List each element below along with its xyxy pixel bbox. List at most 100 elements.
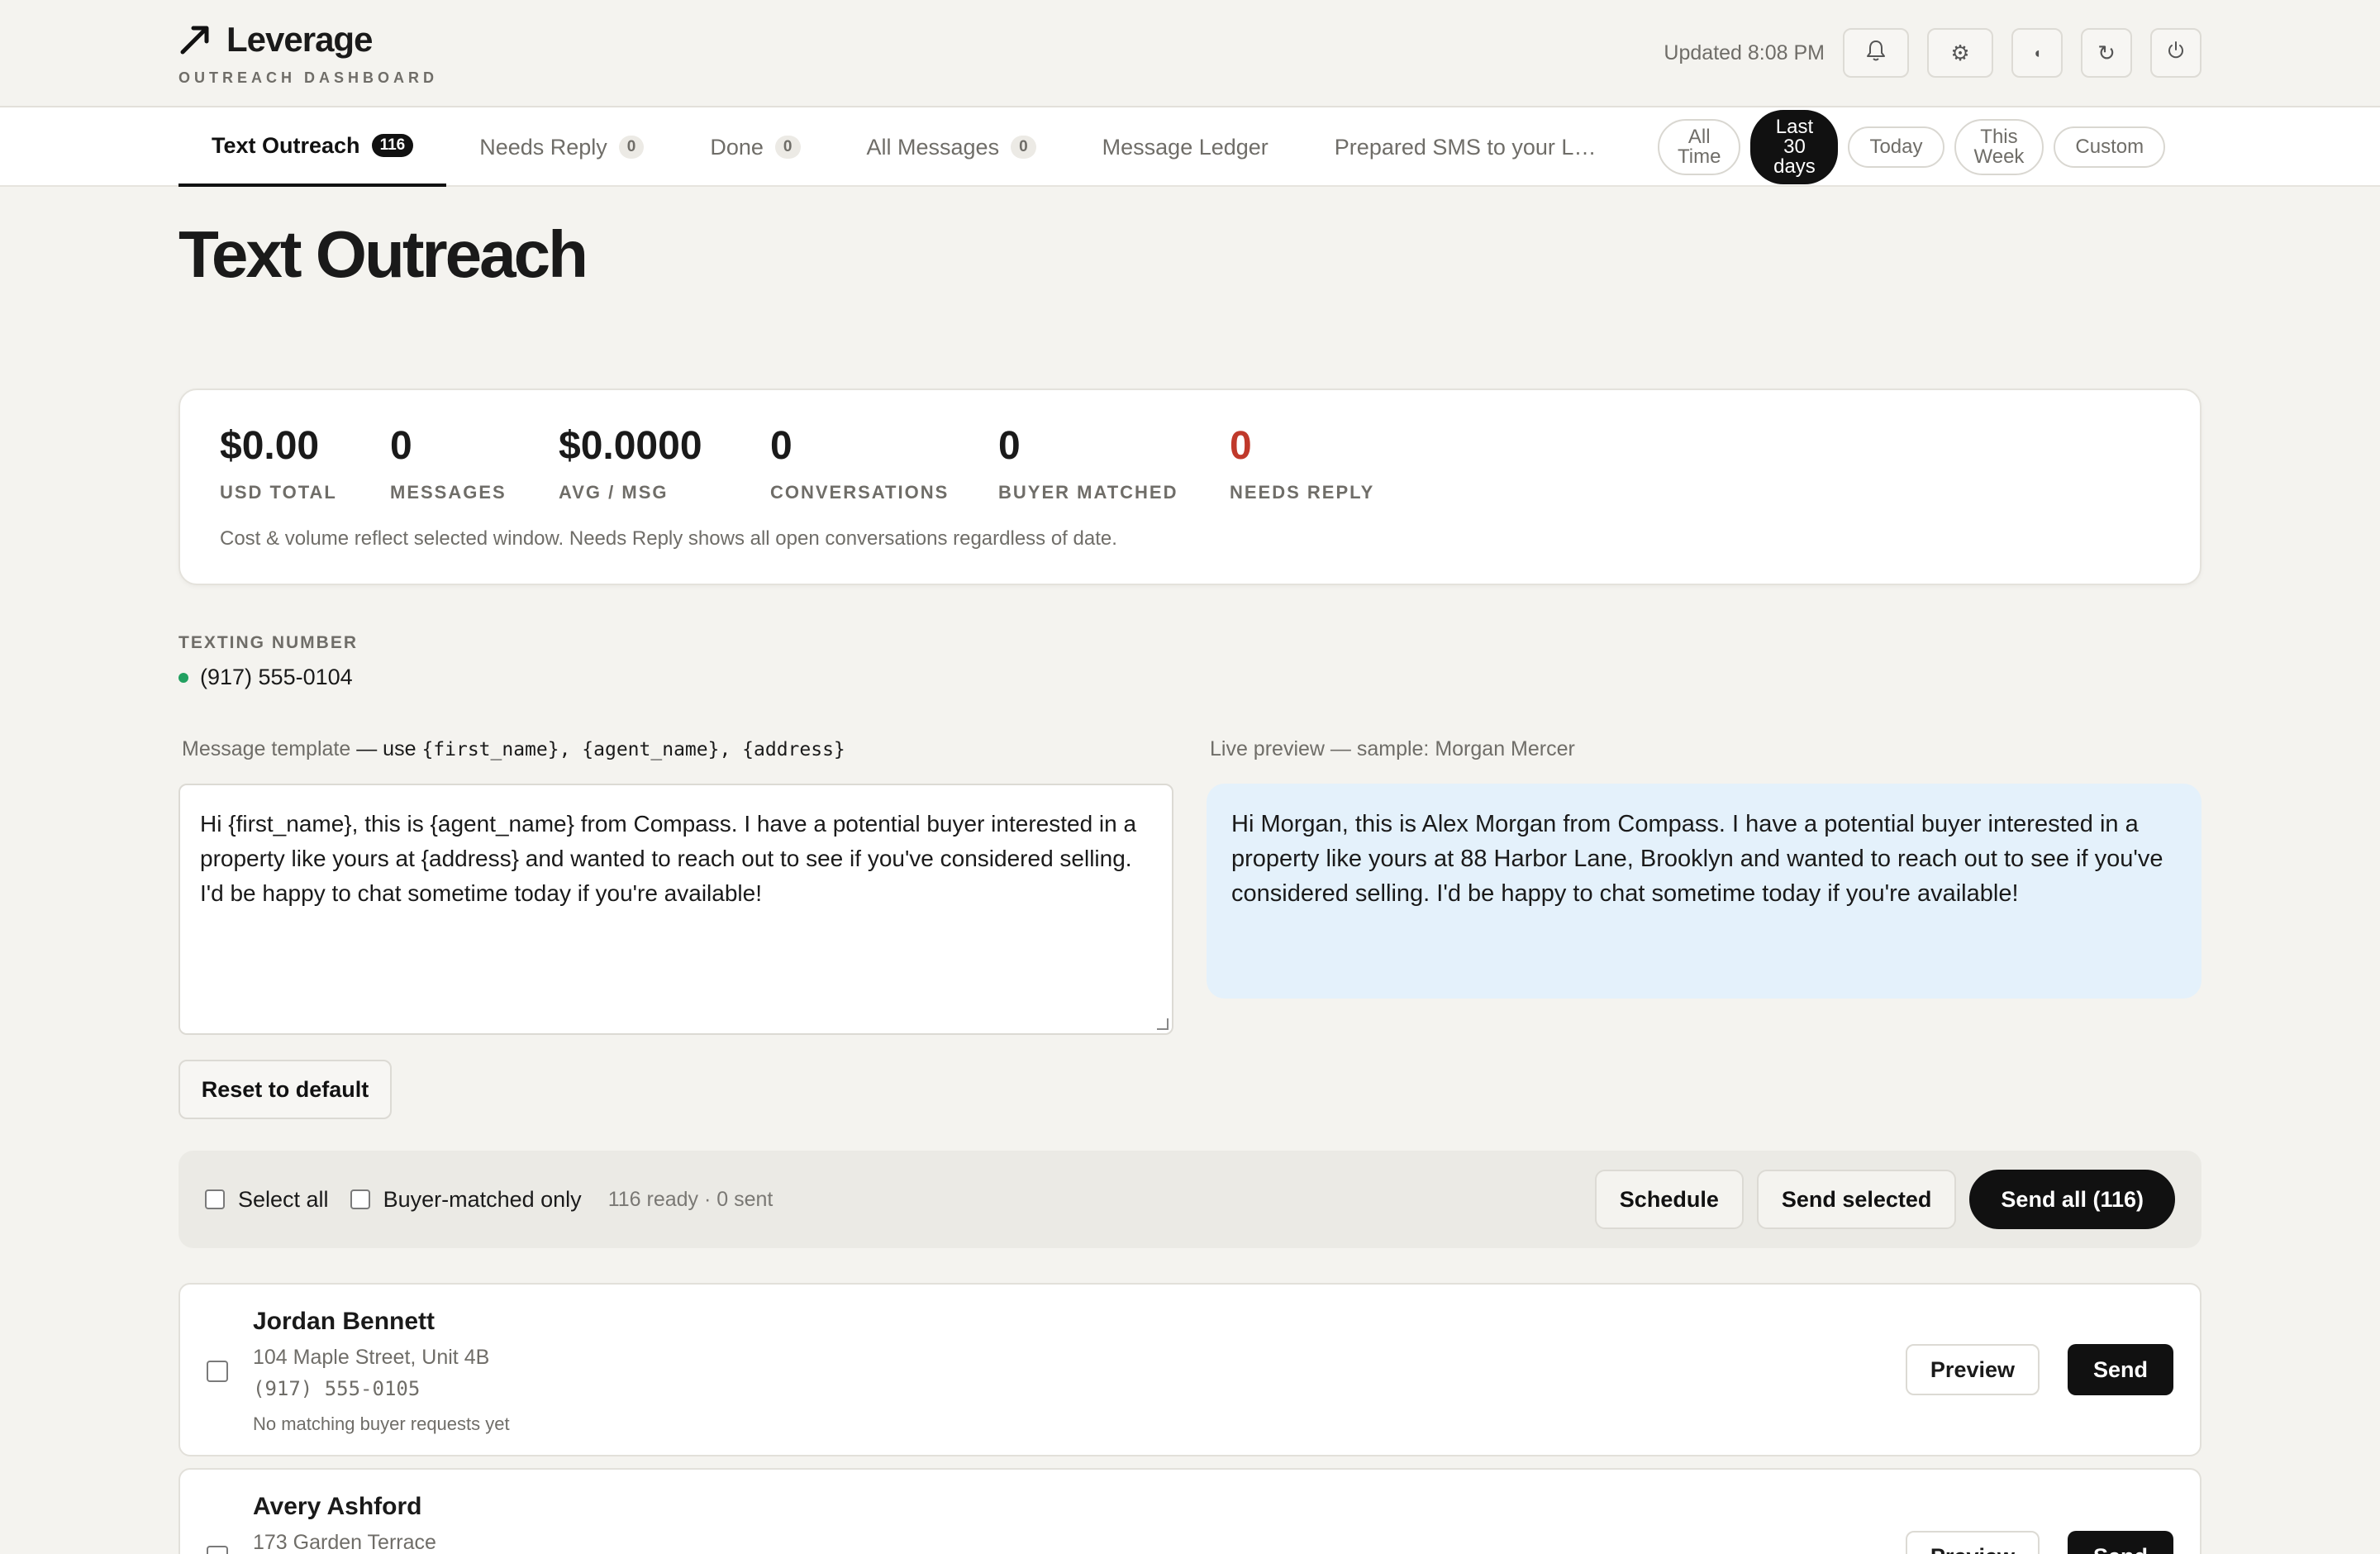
stat-label: MESSAGES [390, 482, 507, 503]
checkbox-icon[interactable] [205, 1189, 225, 1209]
status-dot-icon [178, 672, 188, 683]
preview-button[interactable]: Preview [1905, 1344, 2040, 1395]
power-button[interactable] [2150, 28, 2202, 78]
buyer-matched-checkbox[interactable]: Buyer-matched only [350, 1187, 582, 1213]
tab-prepared-sms[interactable]: Prepared SMS to your Likel... [1302, 107, 1632, 187]
notifications-button[interactable] [1843, 28, 1909, 78]
updated-timestamp: Updated 8:08 PM [1664, 41, 1825, 64]
tab-label: Text Outreach [212, 132, 360, 158]
stat-value: 0 [390, 424, 412, 468]
resize-grip-icon[interactable] [1157, 1018, 1169, 1030]
filter-label: All [1687, 126, 1711, 148]
brand-subtitle: OUTREACH DASHBOARD [178, 69, 438, 86]
checkbox-icon[interactable] [350, 1189, 370, 1209]
filter-last-30-days[interactable]: Last 30 days [1750, 110, 1839, 184]
filter-label: Last [1775, 116, 1814, 138]
template-label-text: Message template [182, 737, 351, 760]
buyer-matched-label: Buyer-matched only [383, 1186, 582, 1212]
contact-name: Avery Ashford [253, 1493, 422, 1520]
stat-value: 0 [998, 424, 1021, 468]
stat-conversations: 0 CONVERSATIONS [770, 423, 998, 503]
row-checkbox[interactable] [207, 1546, 228, 1554]
select-all-label: Select all [238, 1186, 329, 1212]
stat-label: BUYER MATCHED [998, 482, 1178, 503]
send-button[interactable]: Send [2068, 1344, 2173, 1395]
stat-value: $0.00 [220, 424, 320, 468]
tab-count-badge: 0 [618, 136, 645, 159]
stat-buyer-matched: 0 BUYER MATCHED [998, 423, 1230, 503]
stats-card: $0.00 USD TOTAL 0 MESSAGES $0.0000 AVG /… [178, 388, 2202, 585]
filter-label: Time [1678, 145, 1721, 168]
stat-needs-reply: 0 NEEDS REPLY [1230, 423, 1374, 503]
top-header: Leverage OUTREACH DASHBOARD Updated 8:08… [0, 0, 2380, 107]
filter-label: 30 [1783, 136, 1806, 158]
contact-address: 104 Maple Street, Unit 4B [253, 1346, 490, 1369]
filter-label: Today [1869, 136, 1923, 158]
bulk-action-bar: Select all Buyer-matched only 116 ready … [178, 1151, 2202, 1248]
stat-messages: 0 MESSAGES [390, 423, 559, 503]
tab-count-badge: 116 [371, 134, 414, 157]
theme-toggle-button[interactable]: ◖ [2011, 28, 2063, 78]
texting-number-label: TEXTING NUMBER [178, 633, 358, 652]
select-all-checkbox[interactable]: Select all [205, 1187, 329, 1213]
page-title: Text Outreach [178, 217, 588, 291]
filter-all-time[interactable]: All Time [1658, 119, 1741, 175]
refresh-button[interactable]: ↻ [2081, 28, 2132, 78]
tab-count-badge: 0 [1011, 136, 1036, 159]
tab-message-ledger[interactable]: Message Ledger [1069, 107, 1302, 187]
texting-number-value: (917) 555-0104 [200, 665, 353, 689]
stat-label: USD TOTAL [220, 482, 337, 503]
live-preview-bubble: Hi Morgan, this is Alex Morgan from Comp… [1207, 784, 2202, 999]
template-hint: — use [350, 737, 422, 760]
tabs-bar: Text Outreach 116 Needs Reply 0 Done 0 A… [0, 107, 2380, 187]
stat-label: AVG / MSG [559, 482, 669, 503]
theme-toggle-icon: ◖ [2032, 44, 2042, 61]
send-button[interactable]: Send [2068, 1531, 2173, 1554]
send-selected-button[interactable]: Send selected [1756, 1170, 1957, 1229]
stats-note: Cost & volume reflect selected window. N… [220, 527, 1117, 550]
tab-label: Message Ledger [1102, 134, 1269, 160]
date-range-filters: All Time Last 30 days Today This Week Custom [1658, 107, 2166, 187]
template-text: Hi {first_name}, this is {agent_name} fr… [200, 811, 1137, 906]
row-checkbox[interactable] [207, 1361, 228, 1382]
reset-to-default-button[interactable]: Reset to default [178, 1060, 392, 1119]
bell-icon [1864, 38, 1888, 69]
template-label: Message template — use {first_name}, {ag… [182, 737, 845, 761]
preview-text: Hi Morgan, this is Alex Morgan from Comp… [1231, 811, 2163, 907]
contact-phone: (917) 555-0105 [253, 1377, 421, 1400]
filter-custom[interactable]: Custom [2054, 126, 2166, 168]
contact-row: Avery Ashford 173 Garden Terrace Preview… [178, 1468, 2202, 1554]
trend-arrow-icon [178, 23, 212, 56]
buyer-match-note: No matching buyer requests yet [253, 1413, 510, 1434]
tab-label: Done [710, 134, 764, 160]
stat-value: $0.0000 [559, 424, 702, 468]
tab-needs-reply[interactable]: Needs Reply 0 [446, 107, 677, 187]
tab-all-messages[interactable]: All Messages 0 [834, 107, 1069, 187]
tab-label: Needs Reply [479, 134, 607, 160]
stat-label: CONVERSATIONS [770, 482, 950, 503]
preview-label: Live preview — sample: Morgan Mercer [1210, 737, 1575, 760]
filter-this-week[interactable]: This Week [1954, 119, 2044, 175]
filter-label: This [1980, 126, 2018, 148]
tab-label: All Messages [866, 134, 1000, 160]
settings-button[interactable]: ⚙ [1927, 28, 1993, 78]
tab-done[interactable]: Done 0 [677, 107, 833, 187]
stat-value: 0 [770, 424, 793, 468]
filter-label: Custom [2075, 136, 2144, 158]
filter-label: Week [1973, 145, 2025, 168]
contact-address: 173 Garden Terrace [253, 1531, 436, 1554]
schedule-button[interactable]: Schedule [1594, 1170, 1744, 1229]
tab-count-badge: 0 [774, 136, 801, 159]
brand: Leverage OUTREACH DASHBOARD [178, 20, 438, 87]
stat-usd-total: $0.00 USD TOTAL [220, 423, 390, 503]
message-template-input[interactable]: Hi {first_name}, this is {agent_name} fr… [178, 784, 1173, 1035]
tab-text-outreach[interactable]: Text Outreach 116 [178, 107, 447, 187]
stat-avg-per-msg: $0.0000 AVG / MSG [559, 423, 770, 503]
gear-icon: ⚙ [1950, 40, 1970, 65]
send-all-button[interactable]: Send all (116) [1969, 1170, 2175, 1229]
brand-name: Leverage [226, 20, 373, 59]
preview-button[interactable]: Preview [1905, 1531, 2040, 1554]
filter-today[interactable]: Today [1848, 126, 1944, 168]
stat-label: NEEDS REPLY [1230, 482, 1375, 503]
ready-status: 116 ready · 0 sent [607, 1187, 774, 1211]
